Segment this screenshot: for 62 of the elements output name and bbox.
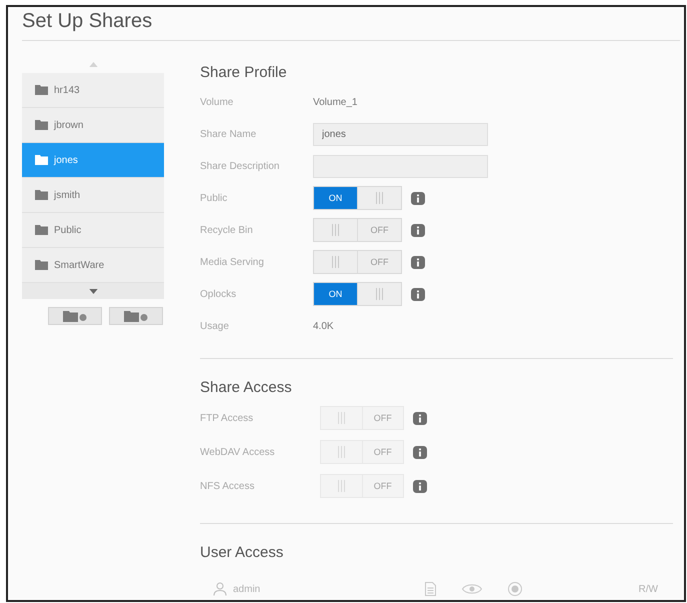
field-label: Volume: [200, 96, 234, 108]
grip-icon: [376, 192, 383, 204]
folder-icon: [35, 225, 48, 235]
field-label: Share Name: [200, 128, 258, 140]
field-label: WebDAV Access: [200, 446, 276, 458]
info-icon: [413, 480, 427, 492]
circle-icon: [508, 582, 522, 596]
caret-up-icon: [88, 62, 98, 66]
folder-circle-icon: [63, 310, 87, 322]
toggle-switch[interactable]: ON: [313, 282, 402, 306]
info-icon: [413, 446, 427, 458]
info-icon: [411, 192, 425, 204]
section-heading: Share Profile: [200, 63, 287, 83]
person-icon: [213, 582, 227, 596]
grip-icon: [332, 224, 339, 236]
folder-icon: [35, 155, 48, 165]
document-icon: [425, 582, 436, 596]
grip-icon: [376, 288, 383, 300]
share-list-item[interactable]: jbrown: [22, 108, 164, 143]
grip-icon: [338, 446, 345, 458]
share-list-item[interactable]: SmartWare: [22, 248, 164, 283]
info-icon: [411, 256, 425, 268]
field-label: Share Description: [200, 160, 280, 172]
field-label: Media Serving: [200, 256, 265, 268]
share-list-item[interactable]: jsmith: [22, 178, 164, 213]
folder-circle-icon: [124, 310, 148, 322]
info-icon: [411, 224, 425, 236]
toggle-switch[interactable]: ON: [313, 186, 402, 210]
field-value: 4.0K: [313, 320, 334, 332]
folder-icon: [35, 260, 48, 270]
field-label: Public: [200, 192, 228, 204]
share-list-item[interactable]: hr143: [22, 73, 164, 108]
info-icon: [411, 288, 425, 300]
grip-icon: [338, 480, 345, 492]
input-field[interactable]: [313, 154, 488, 178]
share-list-item[interactable]: jones: [22, 143, 164, 178]
folder-icon: [35, 190, 48, 200]
grip-icon: [338, 412, 345, 424]
user-name: admin: [233, 584, 260, 594]
share-list-item[interactable]: Public: [22, 213, 164, 248]
caret-down-icon: [88, 288, 98, 294]
folder-icon: [35, 85, 48, 95]
field-label: Oplocks: [200, 288, 238, 300]
grip-icon: [332, 256, 339, 268]
info-icon: [413, 412, 427, 424]
eye-icon: [462, 583, 482, 595]
section-heading: Share Access: [200, 378, 292, 398]
section-heading: User Access: [200, 543, 284, 563]
toggle-switch[interactable]: OFF: [313, 218, 402, 242]
input-field[interactable]: jones: [313, 122, 488, 146]
folder-icon: [35, 120, 48, 130]
field-label: NFS Access: [200, 480, 256, 492]
access-value: R/W: [638, 584, 658, 594]
field-label: Recycle Bin: [200, 224, 254, 236]
field-label: Usage: [200, 320, 230, 332]
field-value: Volume_1: [313, 96, 358, 108]
toggle-switch[interactable]: OFF: [313, 250, 402, 274]
scroll-down-button[interactable]: [22, 283, 164, 299]
folder-button[interactable]: [48, 307, 102, 325]
field-label: FTP Access: [200, 412, 254, 424]
folder-button[interactable]: [109, 307, 163, 325]
page-title: Set Up Shares: [22, 9, 152, 33]
